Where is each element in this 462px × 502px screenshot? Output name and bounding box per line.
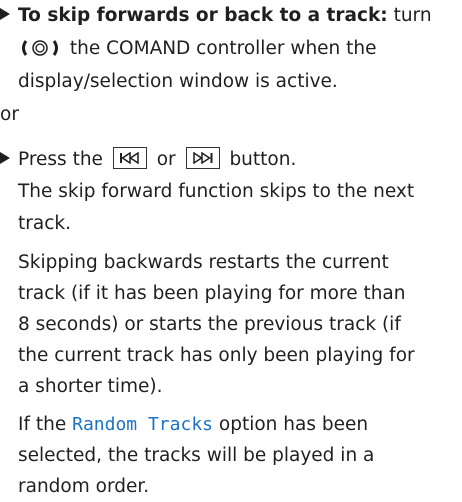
or-separator: or bbox=[0, 104, 19, 125]
skip-back-icon bbox=[112, 147, 147, 169]
step-title: To skip forwards or back to a track: bbox=[18, 5, 388, 26]
skip-forward-icon bbox=[185, 147, 220, 169]
option-random-tracks: Random Tracks bbox=[72, 414, 213, 435]
bullet-triangle-icon bbox=[0, 152, 10, 164]
controller-rotate-icon bbox=[20, 39, 60, 57]
bullet-triangle-icon bbox=[0, 8, 10, 20]
